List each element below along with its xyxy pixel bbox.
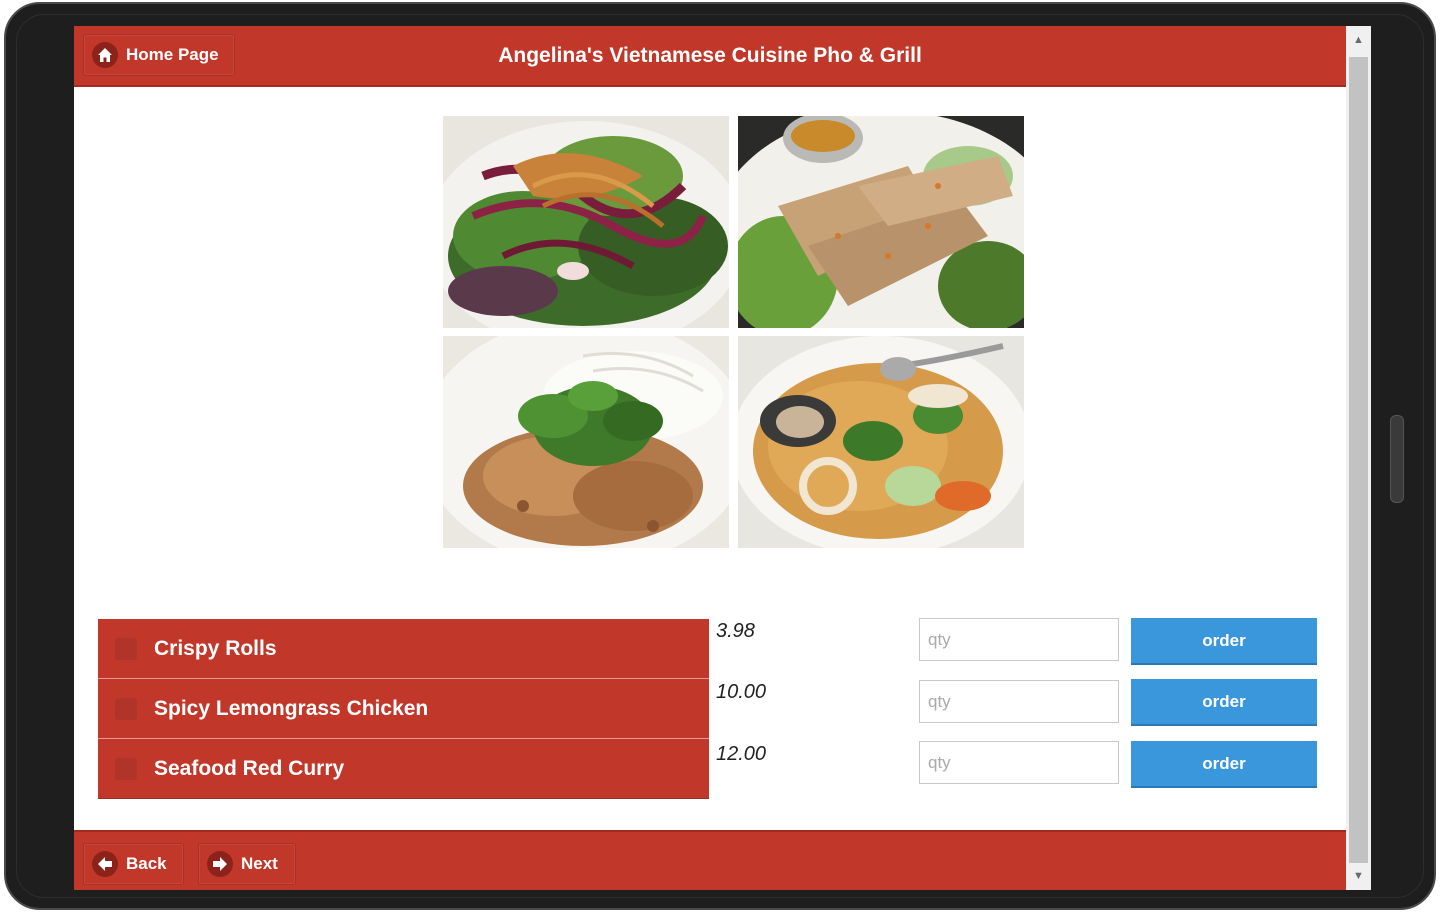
home-page-button[interactable]: Home Page: [83, 34, 235, 76]
order-button[interactable]: order: [1131, 618, 1317, 665]
app-screen: Home Page Angelina's Vietnamese Cuisine …: [74, 26, 1346, 890]
arrow-right-icon: [207, 851, 233, 877]
scroll-up-icon[interactable]: ▲: [1346, 26, 1371, 54]
seafood-curry-photo: [738, 336, 1024, 548]
salad-photo: [443, 116, 729, 328]
item-checkbox[interactable]: [115, 637, 137, 660]
order-button[interactable]: order: [1131, 741, 1317, 788]
menu-item-spicy-lemongrass-chicken[interactable]: Spicy Lemongrass Chicken: [98, 679, 709, 739]
qty-input[interactable]: [919, 680, 1119, 723]
item-checkbox[interactable]: [115, 697, 137, 720]
lemongrass-chicken-photo: [443, 336, 729, 548]
page-title: Angelina's Vietnamese Cuisine Pho & Gril…: [498, 44, 922, 67]
menu-item-seafood-red-curry[interactable]: Seafood Red Curry: [98, 739, 709, 799]
order-button[interactable]: order: [1131, 679, 1317, 726]
menu-item-crispy-rolls[interactable]: Crispy Rolls: [98, 619, 709, 679]
crispy-rolls-photo: [738, 116, 1024, 328]
food-photo-grid: [443, 116, 1024, 548]
tablet-side-button: [1390, 415, 1404, 503]
item-name: Seafood Red Curry: [154, 756, 345, 780]
home-page-label: Home Page: [126, 45, 219, 64]
footer-bar: Back Next: [74, 830, 1346, 890]
menu-item-list: Crispy Rolls Spicy Lemongrass Chicken Se…: [98, 619, 709, 799]
arrow-left-icon: [92, 851, 118, 877]
next-label: Next: [241, 854, 278, 873]
scroll-down-icon[interactable]: ▼: [1346, 862, 1371, 890]
scrollbar-thumb[interactable]: [1349, 57, 1368, 863]
item-name: Spicy Lemongrass Chicken: [154, 696, 429, 720]
back-label: Back: [126, 854, 167, 873]
next-button[interactable]: Next: [198, 843, 296, 885]
home-icon: [92, 42, 118, 68]
back-button[interactable]: Back: [83, 843, 184, 885]
item-name: Crispy Rolls: [154, 636, 277, 660]
item-checkbox[interactable]: [115, 757, 137, 780]
header-bar: Home Page Angelina's Vietnamese Cuisine …: [74, 26, 1346, 87]
qty-input[interactable]: [919, 741, 1119, 784]
item-price: 12.00: [716, 743, 767, 765]
vertical-scrollbar[interactable]: ▲ ▼: [1346, 26, 1371, 890]
qty-input[interactable]: [919, 618, 1119, 661]
item-price: 10.00: [716, 681, 767, 703]
item-price: 3.98: [716, 620, 755, 642]
